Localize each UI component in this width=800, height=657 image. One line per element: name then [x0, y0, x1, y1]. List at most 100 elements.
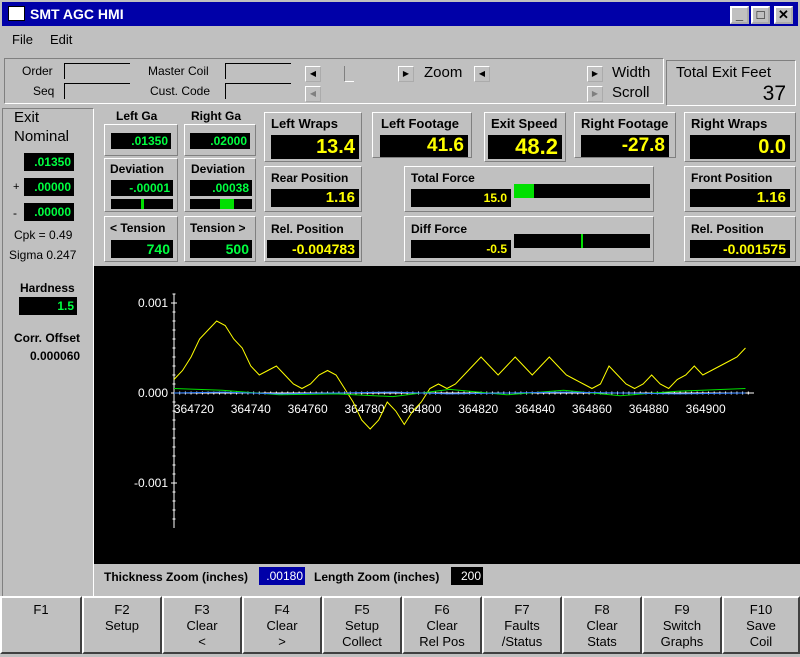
- cust-code-field[interactable]: [225, 83, 291, 99]
- x-tick-label: 364740: [231, 402, 271, 416]
- diff-force-bar: [514, 234, 650, 248]
- fkey-f5[interactable]: F5 Setup Collect: [322, 596, 402, 654]
- function-key-bar: F1 F2 Setup F3 Clear < F4 Clear > F5 Setup Colle…: [0, 596, 800, 657]
- corr-offset-value: 0.000060: [30, 349, 81, 363]
- fkey-label: Save Coil: [746, 618, 776, 649]
- left-wraps-value: 13.4: [271, 135, 359, 159]
- right-ga-label: Right Ga: [191, 109, 241, 123]
- close-button[interactable]: ✕: [774, 6, 793, 24]
- fkey-f10[interactable]: F10 Save Coil: [722, 596, 800, 654]
- thickness-chart-svg: 0.001 0.000 -0.001 364720 364740 364760 364780…: [134, 293, 754, 528]
- rear-rel-position-value: -0.004783: [267, 240, 359, 258]
- order-label: Order: [22, 64, 53, 78]
- left-ga-value: .01350: [111, 133, 171, 149]
- order-field[interactable]: [64, 63, 130, 79]
- zoom-left-arrow[interactable]: ◀: [305, 66, 321, 82]
- length-zoom-input[interactable]: 200: [451, 567, 483, 585]
- fkey-f8[interactable]: F8 Clear Stats: [562, 596, 642, 654]
- fkey-label: Faults /Status: [501, 618, 543, 649]
- fkey-label: Clear Stats: [586, 618, 618, 649]
- zoom-track[interactable]: [344, 66, 354, 82]
- thickness-zoom-input[interactable]: .00180: [259, 567, 305, 585]
- plus-label: +: [13, 181, 20, 193]
- fkey-key: F4: [274, 602, 290, 617]
- x-tick-label: 364860: [572, 402, 612, 416]
- plus-tolerance-value: .00000: [24, 178, 74, 196]
- total-force-bar: [514, 184, 650, 198]
- right-wraps-value: 0.0: [690, 135, 790, 159]
- zoom-label: Zoom: [424, 64, 463, 81]
- right-deviation-bar: [190, 199, 252, 209]
- title-bar: SMT AGC HMI _ □ ✕: [0, 0, 800, 28]
- fkey-f1[interactable]: F1: [0, 596, 82, 654]
- left-deviation-marker: [141, 199, 144, 209]
- exit-speed-value: 48.2: [488, 135, 562, 159]
- cust-code-label: Cust. Code: [150, 84, 211, 98]
- fkey-f3[interactable]: F3 Clear <: [162, 596, 242, 654]
- y-tick-label: 0.001: [138, 296, 168, 310]
- width-right-arrow[interactable]: ▶: [587, 66, 603, 82]
- seq-label: Seq: [33, 84, 55, 98]
- scroll-label: Scroll: [612, 84, 650, 101]
- minus-tolerance-value: .00000: [24, 203, 74, 221]
- scroll-left-arrow[interactable]: ◀: [305, 86, 321, 102]
- right-tension-label: Tension >: [190, 221, 246, 235]
- app-icon: [8, 6, 25, 21]
- right-footage-label: Right Footage: [581, 116, 669, 131]
- left-deviation-bar: [111, 199, 173, 209]
- y-tick-label: -0.001: [134, 476, 168, 490]
- fkey-f9[interactable]: F9 Switch Graphs: [642, 596, 722, 654]
- maximize-button[interactable]: □: [751, 6, 770, 24]
- front-rel-position-value: -0.001575: [690, 240, 790, 258]
- x-tick-label: 364720: [174, 402, 214, 416]
- corr-offset-label: Corr. Offset: [14, 331, 81, 345]
- hardness-label: Hardness: [20, 281, 75, 295]
- diff-force-value: -0.5: [411, 240, 511, 258]
- x-tick-label: 364880: [629, 402, 669, 416]
- diff-force-marker: [581, 234, 583, 248]
- left-deviation-value: -.00001: [111, 180, 173, 196]
- x-tick-label: 364820: [458, 402, 498, 416]
- minimize-button[interactable]: _: [730, 6, 749, 24]
- fkey-f4[interactable]: F4 Clear >: [242, 596, 322, 654]
- nominal-label: Nominal: [14, 128, 70, 145]
- fkey-label: Setup: [105, 618, 139, 633]
- total-force-label: Total Force: [411, 171, 475, 185]
- front-position-value: 1.16: [690, 189, 790, 207]
- scroll-right-arrow[interactable]: ▶: [587, 86, 603, 102]
- fkey-key: F2: [114, 602, 130, 617]
- diff-force-label: Diff Force: [411, 222, 468, 236]
- x-tick-label: 364760: [288, 402, 328, 416]
- x-tick-label: 364800: [401, 402, 441, 416]
- menu-file[interactable]: File: [12, 32, 33, 47]
- minus-label: -: [13, 206, 17, 220]
- master-coil-field[interactable]: [225, 63, 291, 79]
- rear-position-value: 1.16: [271, 189, 359, 207]
- right-deviation-value: .00038: [190, 180, 252, 196]
- x-tick-label: 364840: [515, 402, 555, 416]
- left-ga-label: Left Ga: [116, 109, 158, 123]
- thickness-zoom-label: Thickness Zoom (inches): [104, 570, 249, 584]
- fkey-label: Switch Graphs: [660, 618, 704, 649]
- total-force-value: 15.0: [411, 189, 511, 207]
- left-wraps-label: Left Wraps: [271, 116, 338, 131]
- cpk-text: Cpk = 0.49: [14, 228, 73, 242]
- fkey-f7[interactable]: F7 Faults /Status: [482, 596, 562, 654]
- thickness-graph[interactable]: 0.001 0.000 -0.001 364720 364740 364760 364780…: [94, 266, 800, 564]
- window-title: SMT AGC HMI: [30, 6, 124, 22]
- right-tension-value: 500: [190, 240, 252, 258]
- rear-position-label: Rear Position: [271, 171, 349, 185]
- total-force-fill: [514, 184, 535, 198]
- x-tick-label: 364900: [686, 402, 726, 416]
- right-wraps-label: Right Wraps: [691, 116, 768, 131]
- fkey-f2[interactable]: F2 Setup: [82, 596, 162, 654]
- width-left-arrow[interactable]: ◀: [474, 66, 490, 82]
- fkey-label: Clear >: [266, 618, 298, 649]
- fkey-f6[interactable]: F6 Clear Rel Pos: [402, 596, 482, 654]
- menu-edit[interactable]: Edit: [50, 32, 72, 47]
- fkey-key: F5: [354, 602, 370, 617]
- nominal-value: .01350: [24, 153, 74, 171]
- seq-field[interactable]: [64, 83, 130, 99]
- zoom-right-arrow[interactable]: ▶: [398, 66, 414, 82]
- fkey-key: F9: [674, 602, 690, 617]
